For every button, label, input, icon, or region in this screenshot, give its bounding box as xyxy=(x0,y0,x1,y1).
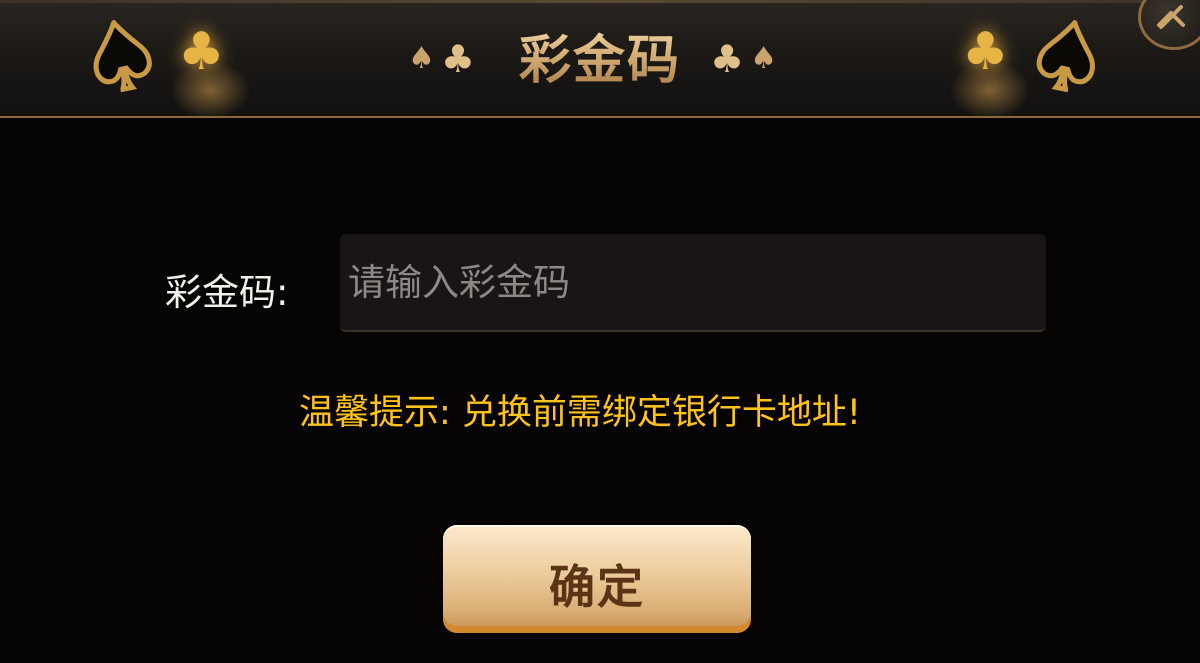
dialog-header: ♠ ♣ ♠ ♣ 彩金码 ♣ ♠ ♣ ♠ xyxy=(0,0,1200,118)
spade-icon: ♠ xyxy=(750,41,777,76)
title-ornament-right: ♣ ♠ xyxy=(710,40,777,78)
bonus-code-field[interactable] xyxy=(340,234,1046,332)
warm-tip-text: 温馨提示: 兑换前需绑定银行卡地址! xyxy=(299,393,861,433)
confirm-button-label: 确定 xyxy=(549,560,645,614)
spade-icon: ♠ xyxy=(1013,0,1121,118)
bonus-code-label: 彩金码: xyxy=(165,271,289,314)
confirm-button[interactable]: 确定 xyxy=(443,525,751,633)
bonus-code-dialog: ♠ ♣ ♠ ♣ 彩金码 ♣ ♠ ♣ ♠ 彩金码: 温馨提示: 兑换前需绑定 xyxy=(0,0,1200,663)
club-icon: ♣ xyxy=(710,37,745,81)
header-decoration-right: ♣ ♠ xyxy=(930,0,1121,116)
club-icon: ♣ xyxy=(962,22,1009,82)
bonus-code-input[interactable] xyxy=(348,234,1038,330)
close-icon xyxy=(1157,5,1185,29)
